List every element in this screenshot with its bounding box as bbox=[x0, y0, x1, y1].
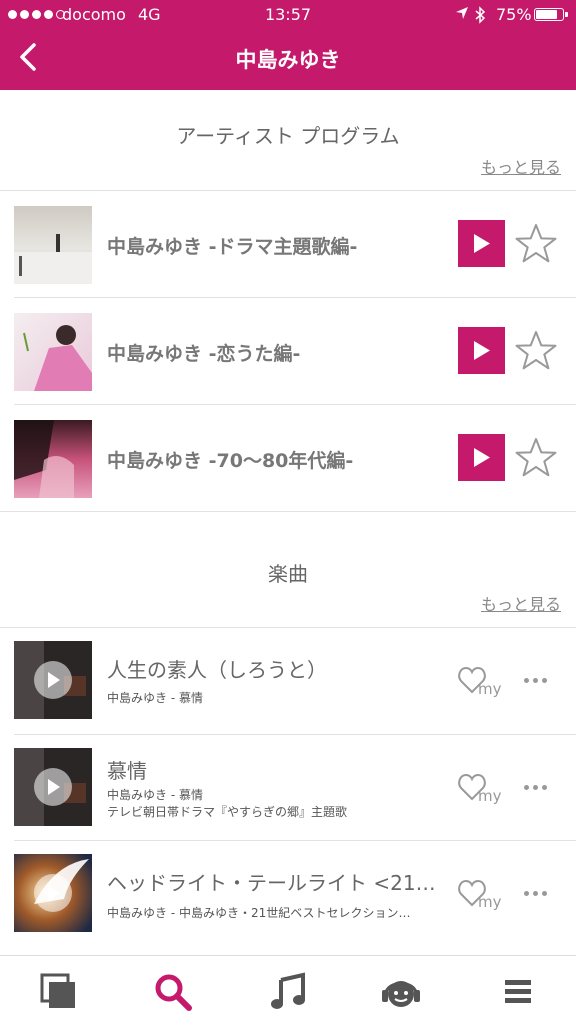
songs-heading: 楽曲 bbox=[268, 562, 308, 586]
song-title: ヘッドライト・テールライト <21… bbox=[107, 871, 436, 895]
play-icon bbox=[474, 448, 490, 467]
search-icon[interactable] bbox=[153, 972, 193, 1012]
play-button[interactable] bbox=[458, 220, 505, 267]
favorite-star-icon[interactable] bbox=[514, 437, 558, 479]
bluetooth-icon bbox=[475, 6, 486, 24]
library-icon[interactable] bbox=[39, 972, 79, 1012]
svg-text:my: my bbox=[478, 787, 502, 805]
program-title: 中島みゆき -恋うた編- bbox=[107, 343, 301, 365]
play-overlay-button[interactable] bbox=[34, 661, 72, 699]
header: docomo 4G 13:57 75% 中島みゆき bbox=[0, 0, 576, 90]
program-title: 中島みゆき -70～80年代編- bbox=[107, 450, 354, 472]
song-title: 人生の素人（しろうと） bbox=[107, 658, 327, 682]
song-item[interactable]: ヘッドライト・テールライト <21… 中島みゆき - 中島みゆき・21世紀ベスト… bbox=[0, 841, 576, 947]
song-subtitle: 中島みゆき - 慕情 bbox=[107, 788, 203, 802]
svg-text:my: my bbox=[478, 680, 502, 698]
song-item[interactable]: 慕情 中島みゆき - 慕情 テレビ朝日帯ドラマ『やすらぎの郷』主題歌 my bbox=[0, 735, 576, 841]
play-icon bbox=[474, 234, 490, 253]
more-options-icon[interactable] bbox=[524, 785, 547, 790]
song-subtitle: 中島みゆき - 慕情 bbox=[107, 691, 203, 705]
song-cover[interactable] bbox=[14, 854, 92, 932]
page-title: 中島みゆき bbox=[235, 48, 341, 72]
program-item[interactable]: 中島みゆき -ドラマ主題歌編- bbox=[0, 191, 576, 297]
clock: 13:57 bbox=[264, 5, 312, 24]
songs-more-link[interactable]: もっと見る bbox=[481, 591, 561, 615]
play-overlay-button[interactable] bbox=[34, 874, 72, 912]
battery-percent: 75% bbox=[496, 5, 532, 24]
song-subtitle: 中島みゆき - 中島みゆき・21世紀ベストセレクション… bbox=[107, 906, 411, 920]
song-item[interactable]: 人生の素人（しろうと） 中島みゆき - 慕情 my bbox=[0, 628, 576, 734]
more-options-icon[interactable] bbox=[524, 891, 547, 896]
programs-heading: アーティスト プログラム bbox=[176, 124, 400, 148]
programs-more-link[interactable]: もっと見る bbox=[481, 154, 561, 178]
song-title: 慕情 bbox=[107, 759, 147, 783]
menu-icon[interactable] bbox=[497, 972, 537, 1012]
my-like-icon[interactable]: my bbox=[458, 771, 506, 805]
play-icon bbox=[48, 885, 60, 901]
my-like-icon[interactable]: my bbox=[458, 877, 506, 911]
song-cover[interactable] bbox=[14, 641, 92, 719]
song-cover[interactable] bbox=[14, 748, 92, 826]
program-item[interactable]: 中島みゆき -恋うた編- bbox=[0, 298, 576, 404]
program-cover bbox=[14, 313, 92, 391]
song-note: テレビ朝日帯ドラマ『やすらぎの郷』主題歌 bbox=[107, 805, 348, 819]
status-bar: docomo 4G 13:57 75% bbox=[0, 0, 576, 30]
tab-bar bbox=[0, 955, 576, 1025]
svg-text:my: my bbox=[478, 893, 502, 911]
music-note-icon[interactable] bbox=[268, 972, 308, 1012]
program-cover bbox=[14, 206, 92, 284]
divider bbox=[0, 511, 576, 512]
headphones-icon[interactable] bbox=[381, 972, 421, 1012]
play-icon bbox=[474, 341, 490, 360]
play-button[interactable] bbox=[458, 434, 505, 481]
location-icon bbox=[456, 7, 468, 19]
favorite-star-icon[interactable] bbox=[514, 330, 558, 372]
my-like-icon[interactable]: my bbox=[458, 664, 506, 698]
more-options-icon[interactable] bbox=[524, 678, 547, 683]
program-item[interactable]: 中島みゆき -70～80年代編- bbox=[0, 405, 576, 511]
program-cover bbox=[14, 420, 92, 498]
play-overlay-button[interactable] bbox=[34, 768, 72, 806]
play-button[interactable] bbox=[458, 327, 505, 374]
battery-icon bbox=[534, 8, 568, 21]
program-title: 中島みゆき -ドラマ主題歌編- bbox=[107, 236, 358, 258]
play-icon bbox=[48, 672, 60, 688]
favorite-star-icon[interactable] bbox=[514, 223, 558, 265]
play-icon bbox=[48, 779, 60, 795]
